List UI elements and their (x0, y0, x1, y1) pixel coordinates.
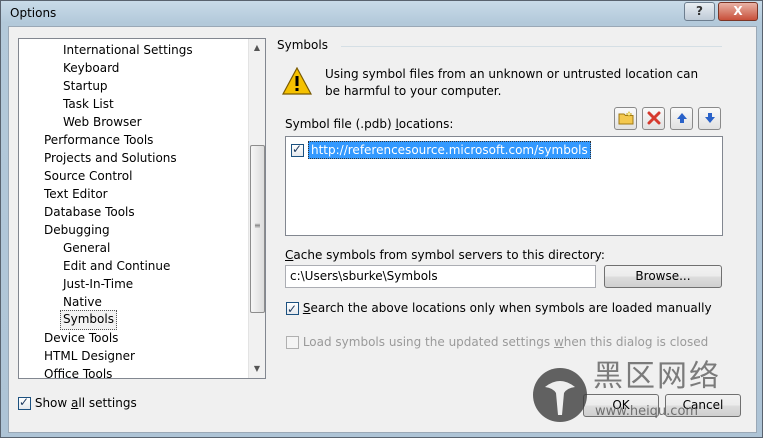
search-manual-checkbox-box[interactable] (286, 300, 299, 318)
load-updated-label: Load symbols using the updated settings … (302, 335, 709, 349)
watermark-text: 黑区网络 (593, 359, 721, 394)
move-up-button[interactable] (670, 107, 693, 130)
list-item[interactable]: http://referencesource.microsoft.com/sym… (291, 141, 591, 159)
delete-location-button[interactable] (642, 107, 665, 130)
show-all-settings-checkbox[interactable]: Show all settings (18, 395, 137, 410)
tree-scrollbar[interactable]: ▲ ≡ ▼ (248, 39, 265, 378)
location-url[interactable]: http://referencesource.microsoft.com/sym… (308, 141, 591, 159)
section-divider (341, 46, 722, 47)
tree-item-keyboard[interactable]: Keyboard (63, 59, 119, 77)
search-manual-label: Search the above locations only when sym… (302, 301, 712, 315)
cache-directory-input[interactable]: c:\Users\sburke\Symbols (285, 265, 596, 288)
tree-item-text-editor[interactable]: Text Editor (44, 185, 108, 203)
tree-item-startup[interactable]: Startup (63, 77, 108, 95)
tree-item-debugging[interactable]: Debugging (44, 221, 110, 239)
tree-item-performance-tools[interactable]: Performance Tools (44, 131, 153, 149)
help-button[interactable]: ? (684, 2, 715, 21)
load-updated-checkbox[interactable]: Load symbols using the updated settings … (286, 333, 708, 351)
show-all-checkbox-box[interactable] (18, 395, 31, 410)
tree-item-source-control[interactable]: Source Control (44, 167, 132, 185)
warning-icon (282, 67, 312, 95)
grip-icon: ≡ (254, 221, 261, 230)
move-down-button[interactable] (698, 107, 721, 130)
folder-icon (618, 110, 633, 125)
search-manual-checkbox[interactable]: Search the above locations only when sym… (286, 299, 712, 318)
tree-item-international-settings[interactable]: International Settings (63, 41, 193, 59)
window-title: Options (10, 6, 57, 20)
show-all-label: Show all settings (34, 396, 137, 410)
section-title: Symbols (277, 38, 328, 52)
delete-x-icon (647, 111, 660, 125)
symbol-locations-list[interactable]: http://referencesource.microsoft.com/sym… (285, 136, 723, 236)
load-updated-checkbox-box[interactable] (286, 336, 299, 349)
tree-item-symbols[interactable]: Symbols (60, 310, 117, 330)
tree-item-office-tools[interactable]: Office Tools (44, 365, 112, 378)
tree-item-database-tools[interactable]: Database Tools (44, 203, 135, 221)
tree-item-general[interactable]: General (63, 239, 110, 257)
watermark: 黑区网络 www.heiqu.com (531, 351, 761, 437)
cache-label: Cache symbols from symbol servers to thi… (285, 248, 605, 262)
dialog-window: Options ? X International Settings Keyboa… (0, 0, 763, 438)
tree-item-web-browser[interactable]: Web Browser (63, 113, 142, 131)
options-tree[interactable]: International Settings Keyboard Startup Tas… (18, 38, 266, 379)
scroll-up-arrow-icon[interactable]: ▲ (249, 40, 265, 56)
browse-button[interactable]: Browse... (604, 265, 722, 288)
location-checkbox[interactable] (291, 142, 304, 157)
tree-item-html-designer[interactable]: HTML Designer (44, 347, 135, 365)
locations-label: Symbol file (.pdb) locations: (285, 117, 454, 131)
tree-item-native[interactable]: Native (63, 293, 102, 311)
tree-item-projects-and-solutions[interactable]: Projects and Solutions (44, 149, 177, 167)
tree-item-device-tools[interactable]: Device Tools (44, 329, 118, 347)
arrow-up-icon (676, 113, 687, 123)
tree-item-edit-and-continue[interactable]: Edit and Continue (63, 257, 170, 275)
watermark-url: www.heiqu.com (595, 404, 699, 419)
close-button[interactable]: X (718, 2, 758, 21)
arrow-down-icon (704, 113, 715, 123)
watermark-logo-icon (533, 368, 587, 422)
scroll-down-arrow-icon[interactable]: ▼ (249, 361, 265, 377)
tree-item-task-list[interactable]: Task List (63, 95, 114, 113)
scrollbar-thumb[interactable]: ≡ (250, 145, 265, 313)
warning-text: Using symbol files from an unknown or un… (325, 67, 699, 98)
new-folder-button[interactable] (614, 107, 637, 130)
tree-item-just-in-time[interactable]: Just-In-Time (63, 275, 133, 293)
